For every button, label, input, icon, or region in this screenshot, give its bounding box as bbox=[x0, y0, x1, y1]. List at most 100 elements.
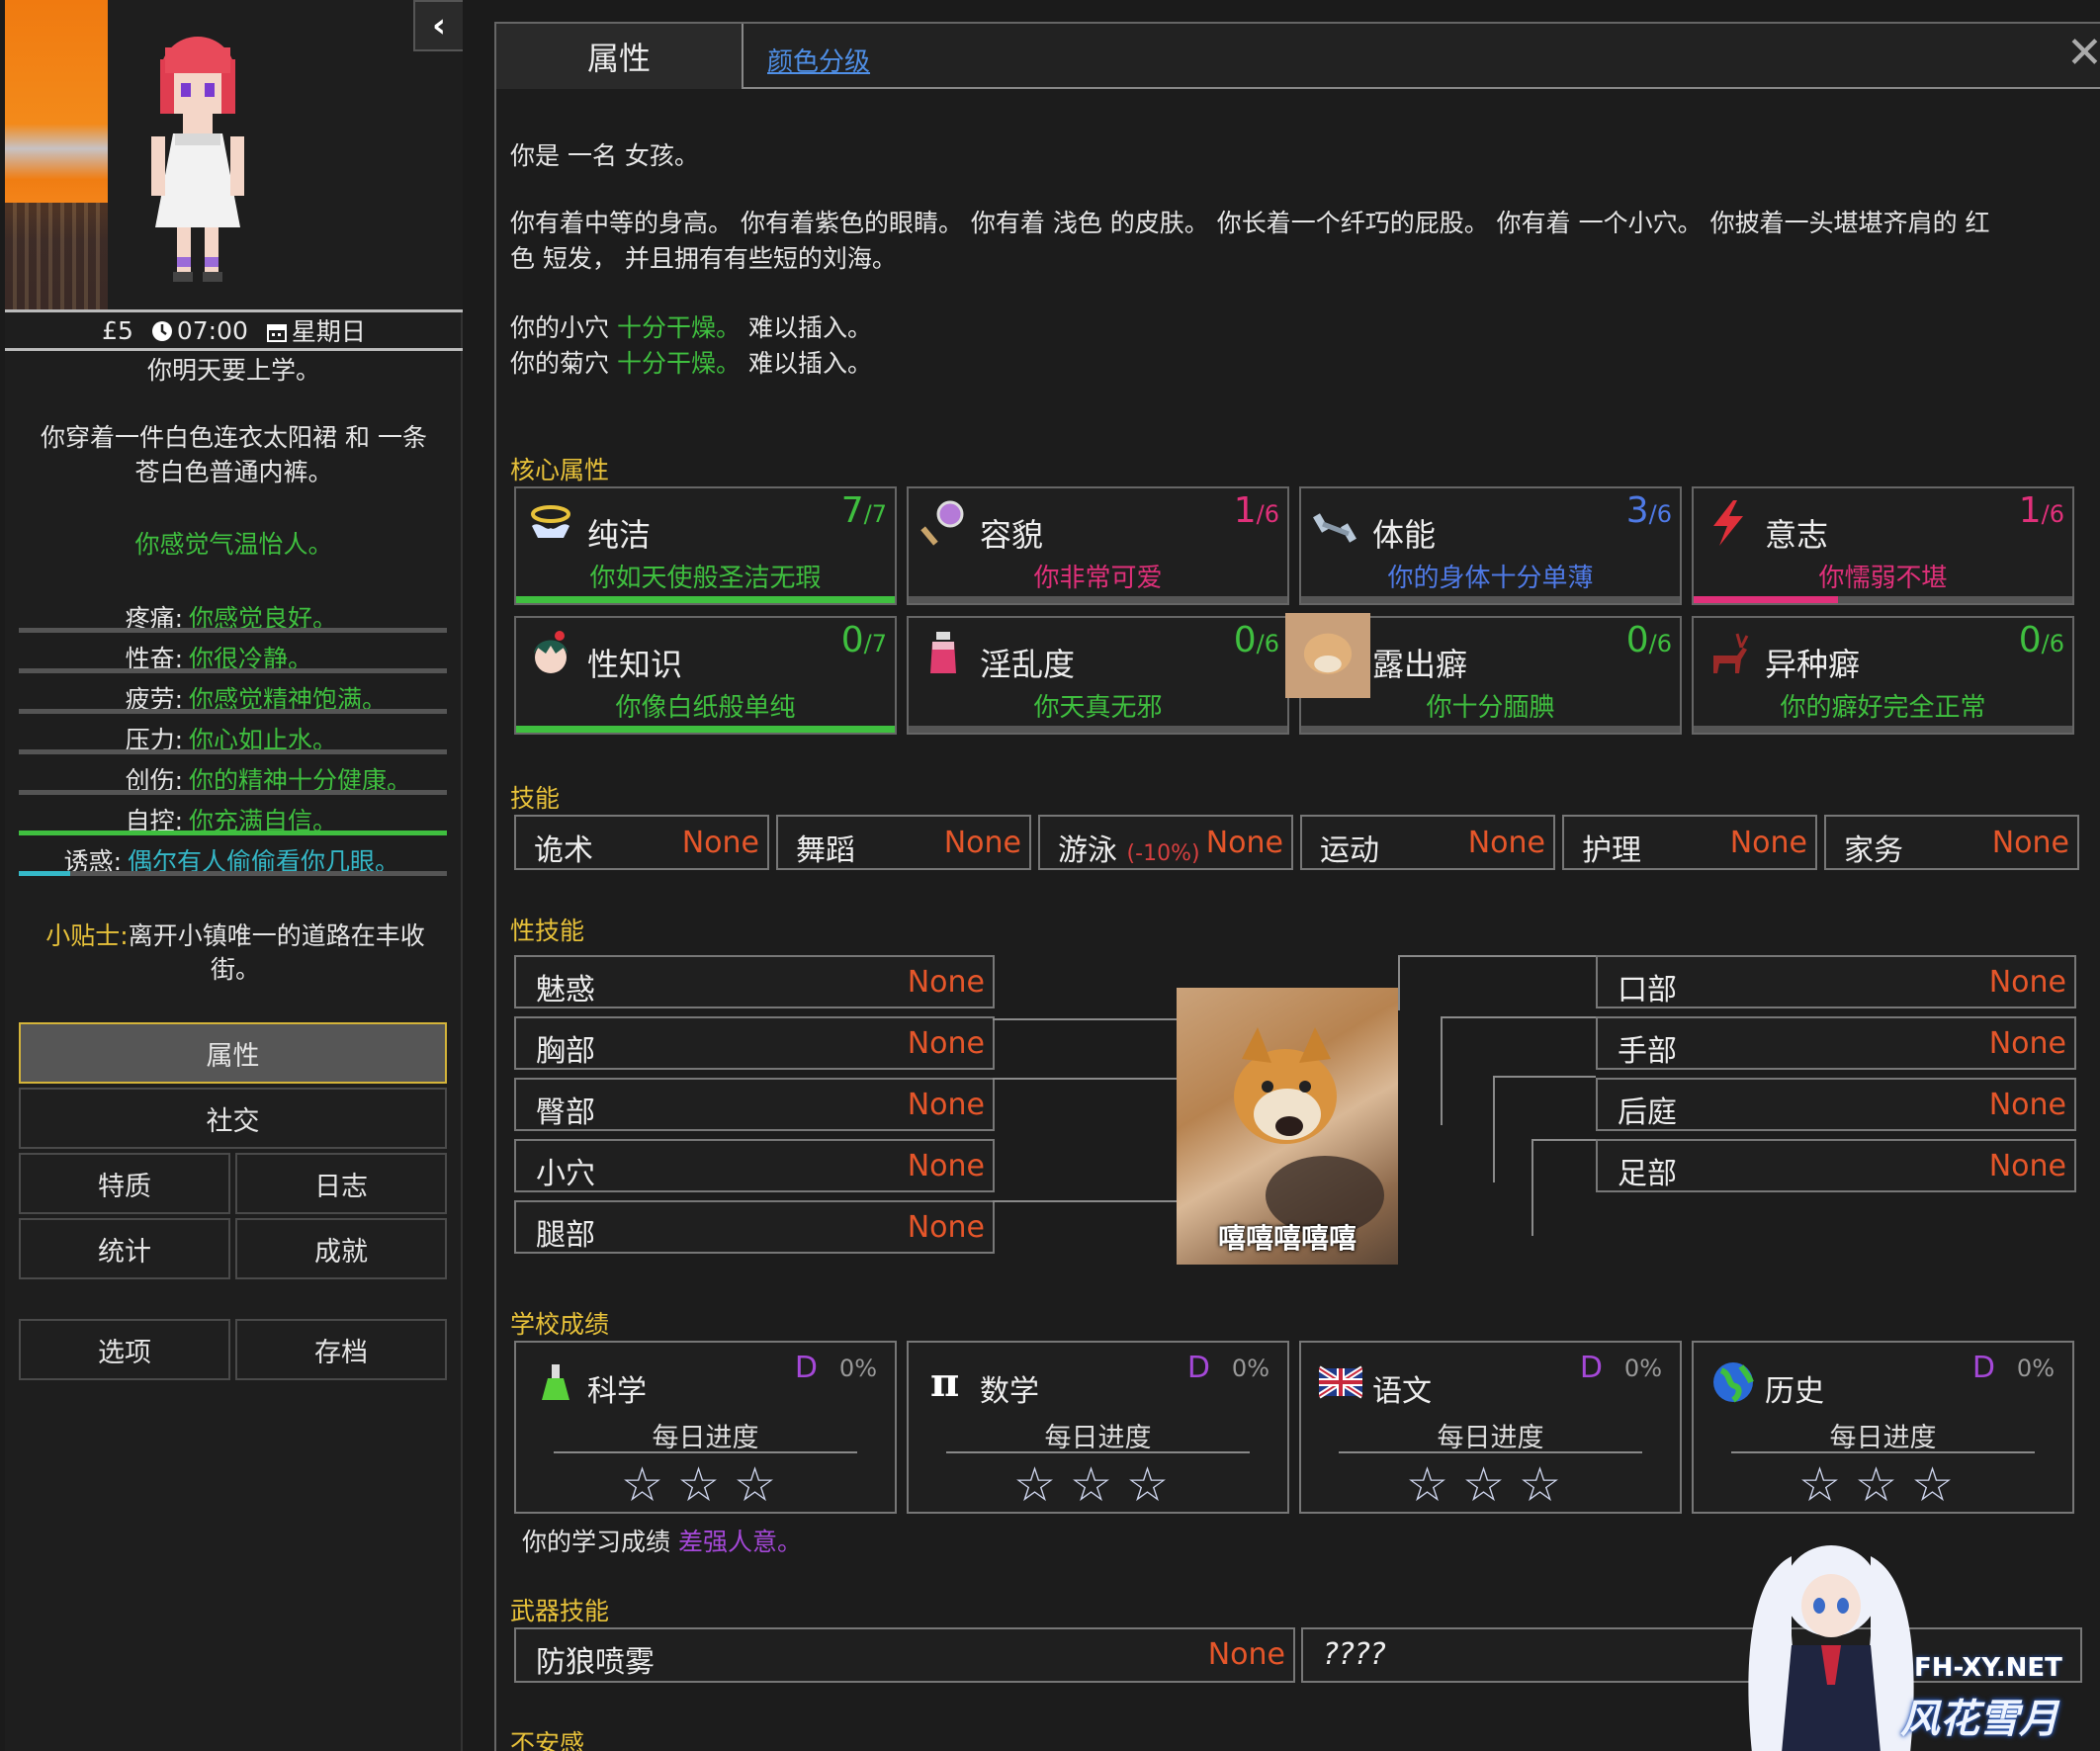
vagina-suffix: 难以插入。 bbox=[747, 313, 872, 342]
school-subject-card[interactable]: 语文 D 0% 每日进度 ☆☆☆ bbox=[1299, 1341, 1682, 1514]
subject-percent: 0% bbox=[1231, 1355, 1269, 1382]
score-value: 0 bbox=[1625, 620, 1649, 660]
stat-bar bbox=[19, 749, 447, 754]
core-attribute-card[interactable]: 意志 1/6 你懦弱不堪 bbox=[1692, 486, 2074, 605]
anus-suffix: 难以插入。 bbox=[747, 349, 872, 378]
daily-progress-label: 每日进度 bbox=[652, 1423, 759, 1453]
skill-value: None bbox=[681, 826, 759, 860]
skill-value: None bbox=[1205, 826, 1283, 860]
character-portrait: ‹ bbox=[5, 0, 463, 309]
school-subject-card[interactable]: π 数学 D 0% 每日进度 ☆☆☆ bbox=[907, 1341, 1289, 1514]
core-attribute-description: 你的身体十分单薄 bbox=[1387, 564, 1594, 593]
skill-box[interactable]: 护理 None bbox=[1562, 815, 1817, 870]
skill-name: 运动 bbox=[1320, 826, 1379, 869]
sex-skill-box[interactable]: 手部 None bbox=[1596, 1016, 2076, 1070]
stat-row: 压力: 你心如止水。 bbox=[19, 719, 447, 756]
core-attribute-bar bbox=[909, 596, 1287, 603]
sex-skill-box[interactable]: 魅惑 None bbox=[514, 955, 995, 1008]
sex-skill-box[interactable]: 足部 None bbox=[1596, 1139, 2076, 1192]
weapon-skill-pepper-spray[interactable]: 防狼喷雾 None bbox=[514, 1627, 1295, 1683]
star-rating: ☆☆☆ bbox=[620, 1457, 791, 1513]
school-subject-card[interactable]: 历史 D 0% 每日进度 ☆☆☆ bbox=[1692, 1341, 2074, 1514]
face-icon bbox=[534, 631, 568, 673]
sex-skill-name: 口部 bbox=[1618, 973, 1677, 1007]
pi-icon: π bbox=[930, 1360, 959, 1404]
section-skills-title: 技能 bbox=[510, 784, 561, 813]
time-display: 07:00 bbox=[151, 316, 248, 345]
subject-grade: D bbox=[794, 1351, 818, 1385]
core-attribute-card[interactable]: 纯洁 7/7 你如天使般圣洁无瑕 bbox=[514, 486, 897, 605]
nav-journal-button[interactable]: 日志 bbox=[235, 1153, 447, 1214]
tab-attributes[interactable]: 属性 bbox=[496, 24, 744, 89]
watermark-name: 风花雪月 bbox=[1900, 1697, 2058, 1742]
skill-value: None bbox=[1467, 826, 1545, 860]
nav-attributes-button[interactable]: 属性 bbox=[19, 1022, 447, 1084]
core-attribute-card[interactable]: 性知识 0/7 你像白纸般单纯 bbox=[514, 616, 897, 735]
time-value: 07:00 bbox=[176, 315, 248, 345]
sex-skill-name: 足部 bbox=[1618, 1157, 1677, 1191]
collapse-sidebar-button[interactable]: ‹ bbox=[413, 0, 463, 51]
skill-box[interactable]: 舞蹈 None bbox=[776, 815, 1031, 870]
tip-label: 小贴士: bbox=[45, 921, 129, 950]
core-attribute-card[interactable]: 淫乱度 0/6 你天真无邪 bbox=[907, 616, 1289, 735]
sex-skill-box[interactable]: 胸部 None bbox=[514, 1016, 995, 1070]
stat-row: 创伤: 你的精神十分健康。 bbox=[19, 759, 447, 797]
section-sex-skills-title: 性技能 bbox=[510, 917, 585, 945]
stat-bar bbox=[19, 709, 447, 714]
skill-box[interactable]: 家务 None bbox=[1824, 815, 2079, 870]
core-attribute-score: 7/7 bbox=[841, 490, 887, 531]
sex-skill-box[interactable]: 口部 None bbox=[1596, 955, 2076, 1008]
stat-row: 疼痛: 你感觉良好。 bbox=[19, 597, 447, 635]
skill-box[interactable]: 游泳 (-10%) None bbox=[1038, 815, 1293, 870]
close-button[interactable]: ✕ bbox=[2066, 32, 2100, 75]
core-attribute-bar-fill bbox=[516, 596, 895, 603]
sex-skill-name: 魅惑 bbox=[536, 973, 595, 1007]
money-display: £5 bbox=[102, 315, 133, 345]
sex-skill-name: 手部 bbox=[1618, 1034, 1677, 1069]
section-insecurity-title: 不安感 bbox=[510, 1729, 585, 1751]
sex-skill-box[interactable]: 后庭 None bbox=[1596, 1078, 2076, 1131]
sex-skill-value: None bbox=[1988, 965, 2066, 1000]
weekday-value: 星期日 bbox=[291, 317, 366, 346]
nav-saves-button[interactable]: 存档 bbox=[235, 1319, 447, 1380]
tip: 小贴士:离开小镇唯一的道路在丰收街。 bbox=[23, 919, 448, 987]
close-icon: ✕ bbox=[2066, 28, 2100, 78]
stat-bar bbox=[19, 628, 447, 633]
nav-social-button[interactable]: 社交 bbox=[19, 1088, 447, 1149]
core-attribute-score: 0/7 bbox=[841, 620, 887, 660]
school-notice: 你明天要上学。 bbox=[146, 356, 320, 385]
sex-skill-box[interactable]: 小穴 None bbox=[514, 1139, 995, 1192]
nav-stats-button[interactable]: 统计 bbox=[19, 1218, 230, 1279]
core-attribute-bar bbox=[1694, 596, 2072, 603]
nav-achievements-button[interactable]: 成就 bbox=[235, 1218, 447, 1279]
core-attribute-name: 容貌 bbox=[980, 516, 1044, 554]
skill-label: 诡术 bbox=[534, 833, 593, 868]
description-line-2: 色 短发， 并且拥有有些短的刘海。 bbox=[510, 244, 897, 273]
skill-label: 家务 bbox=[1844, 833, 1903, 868]
skill-value: None bbox=[943, 826, 1021, 860]
stat-bar bbox=[19, 790, 447, 795]
star-rating: ☆☆☆ bbox=[1405, 1457, 1576, 1513]
score-max: /7 bbox=[863, 500, 887, 528]
nav-options-button[interactable]: 选项 bbox=[19, 1319, 230, 1380]
core-attribute-name: 淫乱度 bbox=[980, 646, 1076, 683]
clothing-line-2: 苍白色普通内裤。 bbox=[134, 458, 333, 486]
tab-color-grading-link[interactable]: 颜色分级 bbox=[767, 42, 870, 78]
nav-traits-button[interactable]: 特质 bbox=[19, 1153, 230, 1214]
core-attribute-name: 纯洁 bbox=[587, 516, 652, 554]
skill-box[interactable]: 运动 None bbox=[1300, 815, 1555, 870]
core-attribute-card[interactable]: 异种癖 0/6 你的癖好完全正常 bbox=[1692, 616, 2074, 735]
skill-name: 家务 bbox=[1844, 826, 1903, 869]
core-attribute-card[interactable]: 露出癖 0/6 你十分腼腆 bbox=[1285, 613, 1682, 735]
core-attribute-card[interactable]: 体能 3/6 你的身体十分单薄 bbox=[1299, 486, 1682, 605]
sex-skill-box[interactable]: 腿部 None bbox=[514, 1200, 995, 1254]
attributes-panel: 属性 颜色分级 ✕ 你是 一名 女孩。 你有着中等的身高。 你有着紫色的眼睛。 … bbox=[494, 22, 2100, 1751]
sex-skill-box[interactable]: 臀部 None bbox=[514, 1078, 995, 1131]
core-attribute-bar bbox=[1301, 596, 1680, 603]
subject-name: 科学 bbox=[587, 1374, 647, 1409]
skill-box[interactable]: 诡术 None bbox=[514, 815, 769, 870]
core-attribute-card[interactable]: 容貌 1/6 你非常可爱 bbox=[907, 486, 1289, 605]
school-subject-card[interactable]: 科学 D 0% 每日进度 ☆☆☆ bbox=[514, 1341, 897, 1514]
skill-value: None bbox=[1729, 826, 1807, 860]
connector-line bbox=[1531, 1196, 1533, 1236]
